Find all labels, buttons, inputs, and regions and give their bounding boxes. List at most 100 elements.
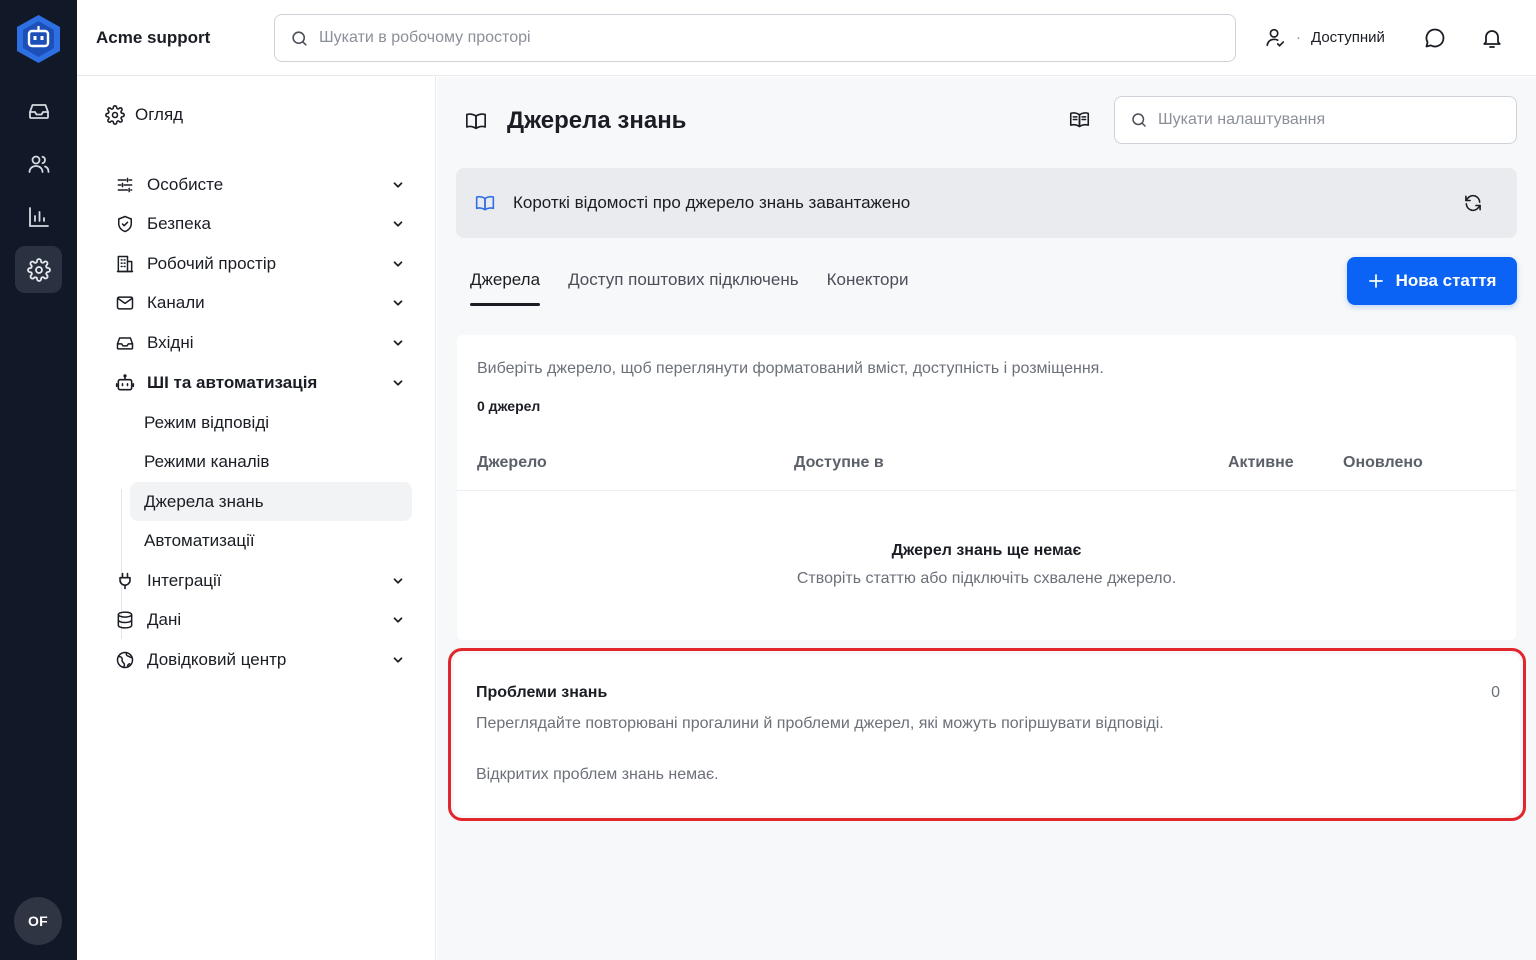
nav-overview[interactable]: Огляд bbox=[105, 105, 183, 125]
app-rail: OF bbox=[0, 0, 77, 960]
settings-search-input[interactable] bbox=[1158, 111, 1516, 129]
user-icon bbox=[1266, 28, 1285, 47]
workspace-search[interactable] bbox=[274, 14, 1236, 62]
gear-icon bbox=[105, 105, 125, 125]
knowledge-issues-card: Проблеми знань 0 Переглядайте повторюван… bbox=[448, 648, 1526, 821]
search-icon bbox=[292, 30, 307, 46]
nav-section-label: Інтеграції bbox=[147, 571, 222, 590]
nav-section-inbox[interactable]: Вхідні bbox=[115, 328, 405, 358]
knowledge-issues-content: Проблеми знань 0 Переглядайте повторюван… bbox=[454, 654, 1520, 815]
nav-section-channels[interactable]: Канали bbox=[115, 288, 405, 318]
chat-bubble-icon bbox=[1425, 28, 1445, 48]
empty-state-title: Джерел знань ще немає bbox=[891, 542, 1082, 559]
chevron-down-icon bbox=[393, 221, 403, 227]
workspace-name: Acme support bbox=[96, 28, 211, 47]
issues-empty-text: Відкритих проблем знань немає. bbox=[476, 766, 719, 783]
column-header-active[interactable]: Активне bbox=[1228, 454, 1294, 472]
issues-title: Проблеми знань bbox=[476, 684, 608, 701]
nav-section-ai-automation[interactable]: ШІ та автоматизація bbox=[115, 368, 405, 398]
nav-section-label: Безпека bbox=[147, 214, 211, 233]
settings-search[interactable] bbox=[1114, 96, 1517, 144]
nav-section-label: Дані bbox=[147, 610, 182, 629]
users-icon bbox=[28, 155, 49, 173]
user-avatar[interactable]: OF bbox=[14, 897, 62, 945]
column-header-source[interactable]: Джерело bbox=[477, 454, 547, 472]
nav-section-data[interactable]: Дані bbox=[115, 605, 405, 635]
column-header-available-in[interactable]: Доступне в bbox=[794, 454, 884, 472]
rail-settings-button[interactable] bbox=[15, 246, 62, 293]
chat-button[interactable] bbox=[1423, 26, 1447, 50]
main-content: Джерела знань Короткі відомості про джер… bbox=[437, 77, 1536, 960]
subnav-item-channel-modes[interactable]: Режими каналів bbox=[130, 442, 412, 481]
chevron-down-icon bbox=[393, 617, 403, 623]
refresh-icon[interactable] bbox=[1463, 193, 1483, 213]
status-label: Доступний bbox=[1311, 28, 1385, 46]
subnav-item-automations[interactable]: Автоматизації bbox=[130, 521, 412, 560]
issues-description: Переглядайте повторювані прогалини й про… bbox=[476, 715, 1164, 732]
chevron-down-icon bbox=[393, 340, 403, 346]
top-bar: Acme support · Доступний bbox=[77, 0, 1536, 76]
nav-section-label: ШІ та автоматизація bbox=[147, 373, 318, 392]
nav-section-label: Особисте bbox=[147, 175, 224, 194]
tab-mail-access[interactable]: Доступ поштових підключень bbox=[568, 270, 799, 306]
page-header: Джерела знань bbox=[465, 107, 686, 135]
documentation-button[interactable] bbox=[1069, 109, 1090, 130]
nav-overview-label: Огляд bbox=[135, 105, 184, 124]
book-open-icon bbox=[466, 113, 486, 130]
bot-icon bbox=[115, 374, 135, 391]
tab-connectors[interactable]: Конектори bbox=[827, 270, 909, 306]
issues-count: 0 bbox=[1491, 684, 1500, 701]
nav-section-label: Вхідні bbox=[147, 333, 194, 352]
inbox-icon bbox=[116, 337, 134, 350]
globe-icon bbox=[116, 651, 134, 669]
subnav-item-reply-mode[interactable]: Режим відповіді bbox=[130, 403, 412, 442]
mail-icon bbox=[116, 296, 134, 310]
chevron-down-icon bbox=[393, 578, 403, 584]
banner-text: Короткі відомості про джерело знань зава… bbox=[513, 193, 911, 212]
empty-state-subtitle: Створіть статтю або підключіть схвалене … bbox=[796, 570, 1177, 587]
nav-section-workspace[interactable]: Робочий простір bbox=[115, 249, 405, 279]
chevron-down-icon bbox=[393, 380, 403, 386]
tab-sources[interactable]: Джерела bbox=[470, 270, 541, 306]
shield-icon bbox=[118, 215, 132, 233]
chevron-down-icon bbox=[393, 182, 403, 188]
bar-chart-icon bbox=[28, 206, 49, 227]
book-text-icon bbox=[1069, 112, 1090, 128]
status-separator: · bbox=[1296, 28, 1301, 46]
column-header-updated[interactable]: Оновлено bbox=[1343, 454, 1423, 472]
inbox-icon bbox=[28, 103, 49, 119]
rail-contacts-button[interactable] bbox=[15, 140, 62, 187]
rail-reports-button[interactable] bbox=[15, 193, 62, 240]
table-divider bbox=[457, 490, 1516, 491]
nav-section-label: Канали bbox=[147, 293, 205, 312]
plug-icon bbox=[119, 572, 131, 590]
new-article-button[interactable]: Нова стаття bbox=[1347, 257, 1517, 305]
nav-section-help-center[interactable]: Довідковий центр bbox=[115, 645, 405, 675]
nav-section-personal[interactable]: Особисте bbox=[115, 170, 405, 200]
page-title: Джерела знань bbox=[507, 107, 687, 134]
gear-icon bbox=[26, 257, 51, 282]
sources-description: Виберіть джерело, щоб переглянути формат… bbox=[477, 360, 1104, 377]
sources-count: 0 джерел bbox=[477, 398, 541, 414]
chevron-down-icon bbox=[393, 657, 403, 663]
settings-sidebar: Огляд Особисте Безпека Робочий простір К… bbox=[77, 77, 436, 960]
book-open-icon bbox=[475, 195, 495, 211]
app-logo-icon[interactable] bbox=[16, 14, 61, 64]
new-article-label: Нова стаття bbox=[1395, 271, 1497, 290]
workspace-search-input[interactable] bbox=[319, 29, 1235, 47]
nav-section-label: Робочий простір bbox=[147, 254, 277, 273]
sliders-icon bbox=[117, 177, 133, 193]
chevron-down-icon bbox=[393, 261, 403, 267]
notifications-button[interactable] bbox=[1480, 26, 1504, 50]
nav-section-security[interactable]: Безпека bbox=[115, 209, 405, 239]
sources-table-card: Виберіть джерело, щоб переглянути формат… bbox=[457, 335, 1516, 640]
source-tabs: Джерела Доступ поштових підключень Конек… bbox=[470, 270, 908, 306]
rail-inbox-button[interactable] bbox=[15, 87, 62, 134]
availability-status[interactable]: · Доступний bbox=[1264, 26, 1385, 48]
search-icon bbox=[1132, 113, 1146, 127]
nav-section-label: Довідковий центр bbox=[147, 650, 287, 669]
bell-icon bbox=[1483, 30, 1501, 48]
nav-section-integrations[interactable]: Інтеграції bbox=[115, 566, 405, 596]
subnav-item-knowledge-sources[interactable]: Джерела знань bbox=[130, 482, 412, 521]
chevron-down-icon bbox=[393, 300, 403, 306]
